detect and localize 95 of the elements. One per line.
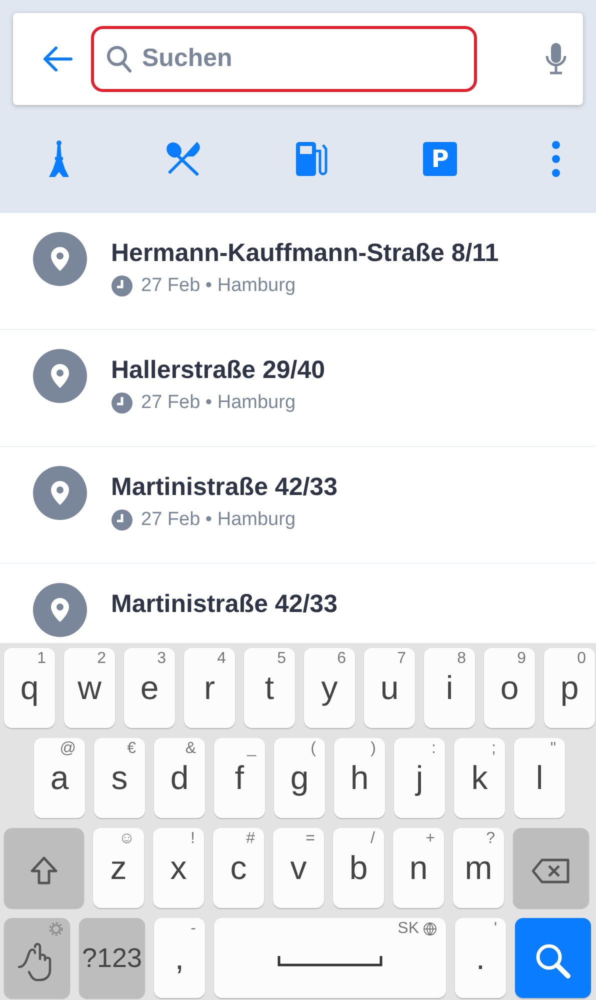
keyboard-key[interactable]: p 0 xyxy=(544,648,595,728)
place-title: Hermann-Kauffmann-Straße 8/11 xyxy=(111,238,499,268)
keyboard-key[interactable]: e 3 xyxy=(124,648,175,728)
key-hint: 4 xyxy=(217,651,226,667)
keyboard-key[interactable]: m ? xyxy=(453,828,504,908)
recent-item[interactable]: Hermann-Kauffmann-Straße 8/11 27 Feb • Hamburg xyxy=(0,213,596,330)
pin-icon xyxy=(33,583,87,637)
search-icon xyxy=(534,942,572,980)
key-hint: ? xyxy=(486,831,495,847)
back-icon[interactable] xyxy=(43,46,73,72)
keyboard-key[interactable]: x ! xyxy=(153,828,204,908)
pin-icon xyxy=(33,232,87,286)
fuel-pump-icon[interactable] xyxy=(295,141,329,177)
keyboard-key[interactable]: j : xyxy=(394,738,445,818)
keyboard-key[interactable]: . ' xyxy=(455,918,506,998)
keyboard-key[interactable]: l " xyxy=(514,738,565,818)
keyboard-key[interactable]: w 2 xyxy=(64,648,115,728)
backspace-icon xyxy=(532,858,570,884)
key-hint: ( xyxy=(310,741,316,757)
keyboard-key[interactable]: b / xyxy=(333,828,384,908)
keyboard-key[interactable]: u 7 xyxy=(364,648,415,728)
keyboard-key[interactable]: y 6 xyxy=(304,648,355,728)
keyboard-key[interactable]: q 1 xyxy=(4,648,55,728)
parking-icon[interactable]: P xyxy=(423,142,457,176)
keyboard-key[interactable]: f _ xyxy=(214,738,265,818)
keyboard-key[interactable]: a @ xyxy=(34,738,85,818)
keyboard-key[interactable]: t 5 xyxy=(244,648,295,728)
backspace-key[interactable] xyxy=(513,828,589,908)
recent-item[interactable]: Hallerstraße 29/40 27 Feb • Hamburg xyxy=(0,330,596,447)
key-hint: / xyxy=(370,831,375,847)
space-key[interactable]: SK xyxy=(214,918,446,998)
pin-icon xyxy=(33,466,87,520)
symbols-key[interactable]: ?123 xyxy=(79,918,145,998)
clock-icon xyxy=(111,509,133,532)
place-subtitle: 27 Feb • Hamburg xyxy=(141,508,296,532)
key-hint: & xyxy=(185,741,196,757)
search-icon xyxy=(106,45,132,73)
keyboard-key[interactable]: n + xyxy=(393,828,444,908)
key-hint: 8 xyxy=(457,651,466,667)
place-subtitle: 27 Feb • Hamburg xyxy=(141,274,296,298)
key-hint: : xyxy=(432,741,436,757)
keyboard-key[interactable]: v = xyxy=(273,828,324,908)
keyboard-key[interactable]: g ( xyxy=(274,738,325,818)
key-hint: - xyxy=(190,921,196,937)
key-hint: 2 xyxy=(97,651,106,667)
pin-icon xyxy=(33,349,87,403)
key-hint: 0 xyxy=(577,651,586,667)
key-hint: € xyxy=(127,741,136,757)
cutlery-icon[interactable] xyxy=(165,141,201,177)
key-hint: ! xyxy=(190,831,195,847)
key-hint: ) xyxy=(370,741,376,757)
key-hint: 5 xyxy=(277,651,286,667)
place-subtitle: 27 Feb • Hamburg xyxy=(141,391,296,415)
key-hint: " xyxy=(550,741,556,757)
keyboard-key[interactable]: d & xyxy=(154,738,205,818)
keyboard-key[interactable]: s € xyxy=(94,738,145,818)
keyboard-key[interactable]: r 4 xyxy=(184,648,235,728)
gesture-key[interactable] xyxy=(4,918,70,998)
key-hint: = xyxy=(306,831,315,847)
microphone-icon[interactable] xyxy=(545,42,567,76)
recent-item[interactable]: Martinistraße 42/33 27 Feb • Hamburg xyxy=(0,447,596,564)
place-title: Martinistraße 42/33 xyxy=(111,472,338,502)
tower-icon[interactable] xyxy=(47,140,71,178)
globe-icon xyxy=(423,922,437,936)
keyboard-key[interactable]: c # xyxy=(213,828,264,908)
key-hint: ; xyxy=(492,741,496,757)
key-hint: + xyxy=(426,831,435,847)
space-bar-icon xyxy=(277,954,383,967)
keyboard-key[interactable]: k ; xyxy=(454,738,505,818)
key-hint: ☺ xyxy=(118,831,135,847)
key-hint: # xyxy=(246,831,255,847)
keyboard-key[interactable]: , - xyxy=(154,918,205,998)
key-hint: 3 xyxy=(157,651,166,667)
gear-icon xyxy=(49,922,63,936)
search-key[interactable] xyxy=(515,918,591,998)
keyboard-key[interactable]: z ☺ xyxy=(93,828,144,908)
key-hint: 9 xyxy=(517,651,526,667)
keyboard-key[interactable]: h ) xyxy=(334,738,385,818)
clock-icon xyxy=(111,392,133,414)
key-hint: ' xyxy=(494,921,497,937)
place-title: Hallerstraße 29/40 xyxy=(111,355,326,385)
keyboard-key[interactable]: i 8 xyxy=(424,648,475,728)
key-hint: 6 xyxy=(337,651,346,667)
shift-key[interactable] xyxy=(4,828,84,908)
more-icon[interactable] xyxy=(551,140,561,178)
key-hint: SK xyxy=(398,921,419,937)
key-hint: 7 xyxy=(397,651,406,667)
clock-icon xyxy=(111,275,133,298)
key-hint: @ xyxy=(60,741,76,757)
search-field[interactable]: Suchen xyxy=(91,26,477,92)
place-title: Martinistraße 42/33 xyxy=(111,589,338,619)
shift-icon xyxy=(30,856,58,886)
key-hint: _ xyxy=(247,741,256,757)
key-hint: 1 xyxy=(37,651,46,667)
keyboard-key[interactable]: o 9 xyxy=(484,648,535,728)
